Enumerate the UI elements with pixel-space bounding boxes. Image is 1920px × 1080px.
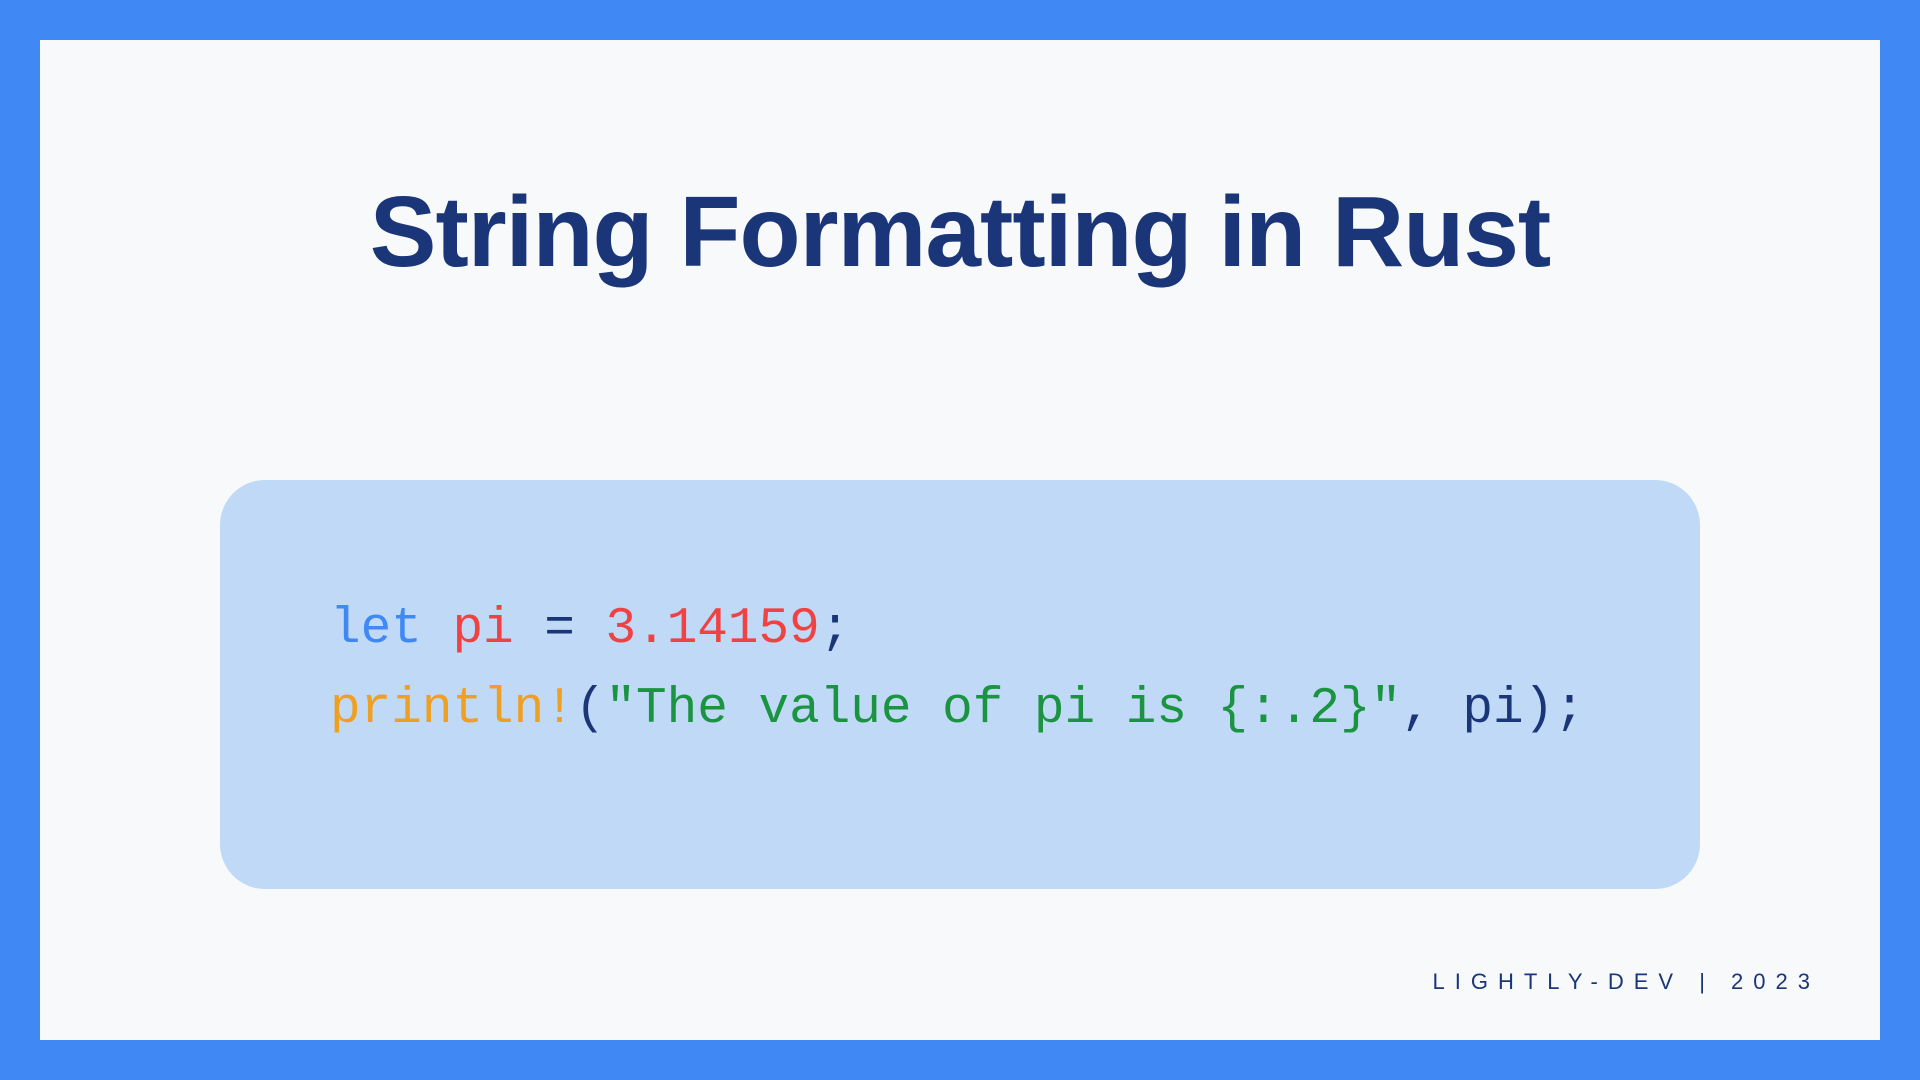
slide-title: String Formatting in Rust <box>370 175 1550 290</box>
code-token-keyword: let <box>330 601 422 658</box>
footer-credit: LIGHTLY-DEV | 2023 <box>1433 969 1821 995</box>
code-line-1: let pi = 3.14159; <box>330 590 1590 670</box>
code-token-assign: = <box>544 601 575 658</box>
code-token-number: 3.14159 <box>605 601 819 658</box>
code-token-space <box>575 601 606 658</box>
code-block: let pi = 3.14159; println!("The value of… <box>220 480 1700 889</box>
code-token-rparen: ) <box>1524 681 1555 738</box>
code-token-identifier: pi <box>1462 681 1523 738</box>
code-token-comma: , <box>1401 681 1432 738</box>
slide-card: String Formatting in Rust let pi = 3.141… <box>40 40 1880 1040</box>
code-token-space <box>1432 681 1463 738</box>
code-token-string: "The value of pi is {:.2}" <box>605 681 1401 738</box>
code-token-space <box>514 601 545 658</box>
code-token-space <box>422 601 453 658</box>
code-token-macro: println! <box>330 681 575 738</box>
code-token-variable: pi <box>452 601 513 658</box>
code-token-semi: ; <box>1554 681 1585 738</box>
code-token-lparen: ( <box>575 681 606 738</box>
code-line-2: println!("The value of pi is {:.2}", pi)… <box>330 670 1590 750</box>
code-token-semi: ; <box>820 601 851 658</box>
